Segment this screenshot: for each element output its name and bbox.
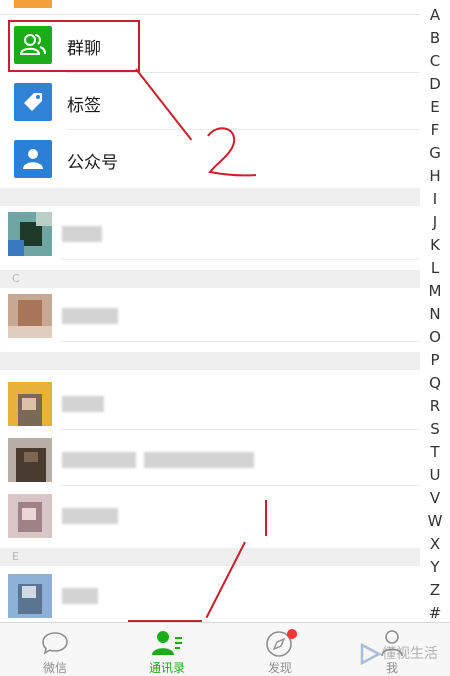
- watermark-text: 懂视生活: [382, 646, 438, 662]
- contact-name-blurred: [62, 226, 102, 242]
- index-letter[interactable]: O: [422, 326, 448, 349]
- index-letter[interactable]: C: [422, 50, 448, 73]
- new-friends-icon-partial[interactable]: [14, 0, 52, 8]
- compass-icon: [266, 629, 297, 657]
- index-letter[interactable]: K: [422, 234, 448, 257]
- contact-row[interactable]: [0, 206, 420, 260]
- index-letter[interactable]: J: [422, 211, 448, 234]
- watermark-logo: 懂视生活: [358, 640, 448, 670]
- annotation-highlight-group-chat: [8, 20, 140, 72]
- index-letter[interactable]: W: [422, 510, 448, 533]
- index-letter[interactable]: Q: [422, 372, 448, 395]
- avatar: [8, 382, 52, 426]
- contact-name-blurred: [144, 452, 254, 468]
- tab-contacts[interactable]: 通讯录: [127, 623, 207, 676]
- tab-chats-label: 微信: [42, 661, 67, 675]
- index-letter[interactable]: I: [422, 188, 448, 211]
- index-letter[interactable]: Y: [422, 556, 448, 579]
- tags-row[interactable]: 标签: [0, 74, 420, 130]
- index-letter[interactable]: X: [422, 533, 448, 556]
- notification-badge: [287, 629, 297, 639]
- index-letter[interactable]: T: [422, 441, 448, 464]
- index-letter[interactable]: G: [422, 142, 448, 165]
- avatar: [8, 294, 52, 338]
- index-letter[interactable]: P: [422, 349, 448, 372]
- avatar: [8, 494, 52, 538]
- index-letter[interactable]: A: [422, 4, 448, 27]
- contact-row[interactable]: [0, 568, 420, 622]
- divider: [0, 14, 420, 15]
- index-letter[interactable]: Z: [422, 579, 448, 602]
- avatar: [8, 438, 52, 482]
- official-accounts-icon: [14, 140, 52, 178]
- section-header: [0, 188, 420, 206]
- tag-icon: [14, 83, 52, 121]
- index-letter[interactable]: M: [422, 280, 448, 303]
- contact-row[interactable]: [0, 488, 420, 542]
- section-header-e: E: [0, 548, 420, 566]
- contact-name-blurred: [62, 508, 118, 524]
- avatar: [8, 574, 52, 618]
- index-letter[interactable]: B: [422, 27, 448, 50]
- contact-row[interactable]: [0, 432, 420, 486]
- contact-row[interactable]: [0, 376, 420, 430]
- contact-name-blurred: [62, 396, 104, 412]
- index-letter[interactable]: F: [422, 119, 448, 142]
- contacts-screen: 群聊 标签 公众号 C E A B C D E F G H I J K L M …: [0, 0, 450, 676]
- play-logo-icon: [360, 642, 382, 666]
- index-letter[interactable]: L: [422, 257, 448, 280]
- annotation-number-1: [265, 500, 267, 536]
- index-letter[interactable]: E: [422, 96, 448, 119]
- alphabet-index[interactable]: A B C D E F G H I J K L M N O P Q R S T U V W X Y Z #: [422, 4, 448, 625]
- index-letter[interactable]: U: [422, 464, 448, 487]
- index-letter[interactable]: R: [422, 395, 448, 418]
- tags-label: 标签: [67, 96, 101, 116]
- tab-contacts-label: 通讯录: [148, 661, 185, 675]
- contact-name-blurred: [62, 452, 136, 468]
- index-letter[interactable]: S: [422, 418, 448, 441]
- tab-discover[interactable]: 发现: [240, 623, 320, 676]
- avatar: [8, 212, 52, 256]
- section-header: [0, 352, 420, 370]
- contact-name-blurred: [62, 588, 98, 604]
- tab-discover-label: 发现: [267, 661, 292, 675]
- contact-name-blurred: [62, 308, 118, 324]
- contacts-icon: [152, 631, 182, 655]
- annotation-number-2: [207, 127, 257, 177]
- chat-bubble-icon: [42, 632, 68, 655]
- official-accounts-label: 公众号: [67, 153, 118, 173]
- index-letter[interactable]: H: [422, 165, 448, 188]
- index-letter[interactable]: V: [422, 487, 448, 510]
- tab-chats[interactable]: 微信: [15, 623, 95, 676]
- index-letter[interactable]: D: [422, 73, 448, 96]
- index-letter[interactable]: N: [422, 303, 448, 326]
- section-header-c: C: [0, 270, 420, 288]
- contact-row[interactable]: [0, 288, 420, 342]
